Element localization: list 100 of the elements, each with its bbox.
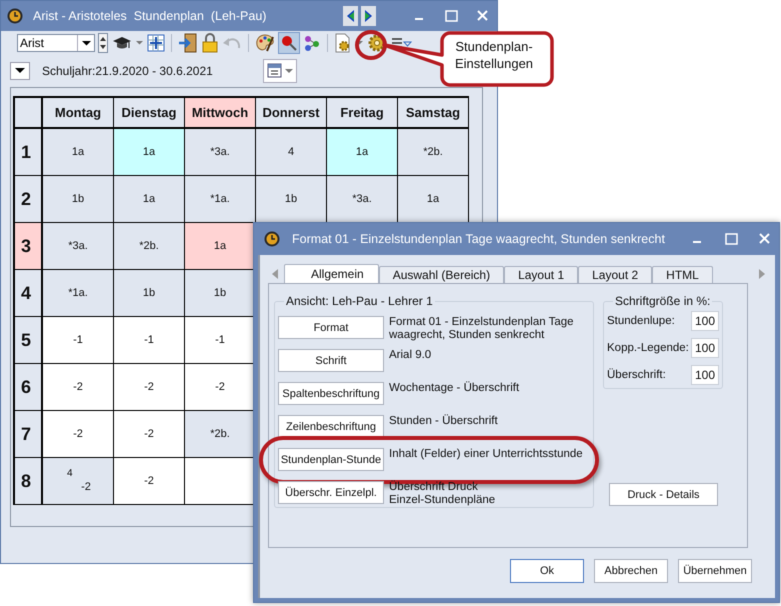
dialog-button[interactable]: Übernehmen bbox=[678, 559, 752, 583]
size-field[interactable]: 100 bbox=[691, 365, 719, 385]
lock-icon bbox=[202, 33, 218, 53]
cell-text: -1 bbox=[144, 334, 154, 346]
palette-icon bbox=[255, 33, 275, 53]
tab[interactable]: HTML bbox=[652, 266, 713, 283]
dialog-button[interactable]: Ok bbox=[510, 559, 584, 583]
dropdown-button[interactable] bbox=[10, 62, 30, 80]
door-icon bbox=[178, 33, 198, 53]
row-header: 7 bbox=[15, 411, 43, 458]
caret-icon bbox=[136, 41, 143, 45]
row-header: 5 bbox=[15, 317, 43, 364]
settings-button[interactable]: Stundenplan-Stunde bbox=[278, 448, 384, 471]
setting-description: Stunden - Überschrift bbox=[389, 415, 498, 428]
field-label: Überschrift: bbox=[607, 369, 666, 381]
cell-text: 1a bbox=[426, 193, 440, 205]
cell-text: 1a bbox=[142, 193, 156, 205]
caret-icon bbox=[356, 41, 363, 45]
school-year-label: Schuljahr:21.9.2020 - 30.6.2021 bbox=[42, 64, 213, 78]
note-text: 4 bbox=[67, 468, 73, 479]
row-header: 8 bbox=[15, 458, 43, 505]
column-header: Dienstag bbox=[114, 98, 185, 129]
setting-description: Überschrift Druck Einzel-Stundenpläne bbox=[389, 481, 496, 507]
cell-text: -2 bbox=[144, 428, 154, 440]
lock-tool[interactable] bbox=[201, 32, 219, 54]
cell-text: -2 bbox=[73, 381, 83, 393]
element-combo[interactable]: Arist bbox=[17, 34, 95, 52]
cell-text: 1a bbox=[142, 146, 156, 158]
door-tool[interactable] bbox=[177, 32, 199, 54]
field-label: Kopp.-Legende: bbox=[607, 342, 689, 354]
cell-text: *3a. bbox=[68, 240, 88, 252]
row-header: 1 bbox=[15, 129, 43, 176]
setting-description: Format 01 - Einzelstundenplan Tage waagrecht, Stunden senkrecht bbox=[389, 316, 574, 342]
callout-text: Stundenplan-Einstellungen bbox=[454, 38, 534, 72]
column-header: Samstag bbox=[398, 98, 469, 129]
cell-text: 1a bbox=[72, 146, 84, 158]
mortarboard-icon bbox=[112, 35, 132, 51]
column-header: Mittwoch bbox=[185, 98, 256, 129]
grid-icon bbox=[147, 34, 165, 52]
column-header: Donnerst bbox=[256, 98, 327, 129]
cell-text: -2 bbox=[73, 428, 83, 440]
cell-text: -2 bbox=[215, 381, 225, 393]
field-label: Stundenlupe: bbox=[607, 315, 675, 327]
tab[interactable]: Layout 2 bbox=[578, 266, 652, 283]
tab[interactable]: Auswahl (Bereich) bbox=[378, 266, 504, 283]
tab[interactable]: Layout 1 bbox=[504, 266, 578, 283]
cell-text: *2b. bbox=[139, 240, 159, 252]
calendar-dropdown[interactable] bbox=[263, 59, 297, 83]
size-field[interactable]: 100 bbox=[691, 338, 719, 358]
cell-text: 1b bbox=[72, 193, 84, 205]
cell-text: 1a bbox=[214, 240, 226, 252]
app-clock-icon bbox=[264, 231, 280, 247]
column-header: Montag bbox=[43, 98, 114, 129]
settings-button[interactable]: Zeilenbeschriftung bbox=[278, 415, 384, 438]
dialog-title: Format 01 - Einzelstundenplan Tage waagrecht, Stunden senkrecht bbox=[292, 232, 666, 246]
details-button[interactable]: Druck - Details bbox=[609, 483, 718, 506]
pin-tool[interactable] bbox=[278, 32, 300, 54]
row-header: 3 bbox=[15, 223, 43, 270]
settings-button[interactable]: Überschr. Einzelpl. bbox=[278, 481, 384, 504]
row-header: 2 bbox=[15, 176, 43, 223]
cell-text: 1b bbox=[214, 287, 226, 299]
column-header: Freitag bbox=[327, 98, 398, 129]
cell-text: -2 bbox=[144, 475, 154, 487]
pin-icon bbox=[280, 34, 298, 52]
cell-text: *1a. bbox=[68, 287, 88, 299]
cell-text: -1 bbox=[215, 334, 225, 346]
group-title: Ansicht: Leh-Pau - Lehrer 1 bbox=[285, 294, 434, 308]
setting-description: Wochentage - Überschrift bbox=[389, 382, 520, 395]
cell-text: -1 bbox=[73, 334, 83, 346]
row-header: 6 bbox=[15, 364, 43, 411]
cell-text: -2 bbox=[81, 481, 91, 493]
cell-text: *2b. bbox=[210, 428, 230, 440]
settings-button[interactable]: Format bbox=[278, 316, 384, 339]
cell-text: *3a. bbox=[352, 193, 372, 205]
setting-description: Inhalt (Felder) einer Unterrichtsstunde bbox=[389, 448, 583, 461]
setting-description: Arial 9.0 bbox=[389, 349, 432, 362]
tab[interactable]: Allgemein bbox=[284, 264, 379, 283]
window-title: Arist - Aristoteles Stundenplan (Leh-Pau) bbox=[33, 9, 268, 23]
nodes-icon bbox=[303, 34, 321, 52]
palette-tool[interactable] bbox=[254, 32, 276, 54]
grid-tool[interactable] bbox=[146, 32, 166, 54]
cell-text: 4 bbox=[288, 146, 294, 158]
settings-button[interactable]: Schrift bbox=[278, 349, 384, 372]
settings-button[interactable]: Spaltenbeschriftung bbox=[278, 382, 384, 405]
group-title: Schriftgröße in %: bbox=[614, 294, 712, 308]
cell-text: 1a bbox=[356, 146, 368, 158]
cell-text: *1a. bbox=[210, 193, 230, 205]
cell-text: -2 bbox=[144, 381, 154, 393]
cell-text: *3a. bbox=[210, 146, 230, 158]
app-clock-icon bbox=[7, 8, 23, 24]
dialog-button[interactable]: Abbrechen bbox=[594, 559, 668, 583]
cell-text: 1b bbox=[284, 193, 298, 205]
page-gear-icon bbox=[334, 33, 352, 53]
cell-text: 1b bbox=[142, 287, 156, 299]
cell-text: *2b. bbox=[423, 146, 443, 158]
row-header: 4 bbox=[15, 270, 43, 317]
spinner-tool[interactable] bbox=[97, 32, 109, 54]
spinner-control bbox=[98, 33, 108, 53]
size-field[interactable]: 100 bbox=[691, 311, 719, 331]
caret-icon bbox=[82, 40, 90, 46]
